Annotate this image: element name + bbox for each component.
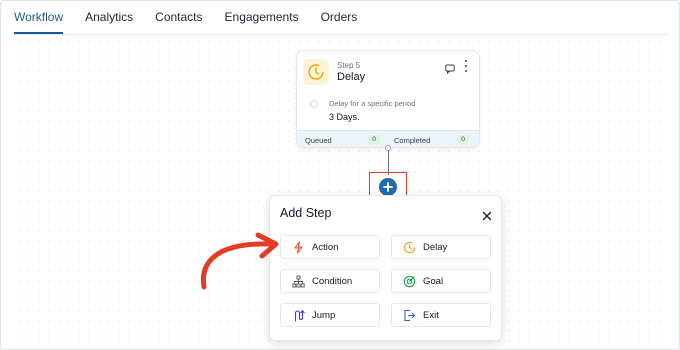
clock-icon [303,59,329,85]
lightning-icon [294,241,303,254]
plus-icon [383,182,393,192]
close-icon[interactable] [482,208,492,221]
option-jump[interactable]: Jump [280,303,380,327]
tab-orders[interactable]: Orders [321,0,358,34]
queued-label: Queued [305,136,332,145]
completed-count: 0 [457,135,469,144]
option-label: Exit [423,310,439,321]
more-options-icon[interactable] [463,60,469,72]
status-dot [310,100,318,108]
step-description: Delay for a specific period [329,99,416,108]
step-value: 3 Days. [329,112,360,122]
tab-contacts[interactable]: Contacts [155,0,202,34]
option-exit[interactable]: Exit [391,303,491,327]
exit-icon [404,309,416,322]
tab-analytics[interactable]: Analytics [85,0,133,34]
comment-icon[interactable] [445,61,455,75]
tab-bar: Workflow Analytics Contacts Engagements … [0,0,680,34]
target-icon [403,275,416,288]
option-label: Delay [423,242,448,253]
step-card-delay[interactable]: Step 5 Delay Delay for a specific period… [296,50,480,148]
red-arrow-icon [200,232,279,290]
completed-label: Completed [394,136,431,145]
modal-title: Add Step [280,206,332,220]
option-action[interactable]: Action [280,235,380,259]
option-label: Goal [423,276,444,287]
jump-icon [294,309,305,322]
option-label: Action [312,242,339,253]
clock-icon [403,241,416,254]
option-label: Jump [312,310,336,321]
tab-engagements[interactable]: Engagements [225,0,299,34]
step-number: Step 5 [337,61,361,70]
option-goal[interactable]: Goal [391,269,491,293]
option-delay[interactable]: Delay [391,235,491,259]
tab-workflow[interactable]: Workflow [14,0,64,34]
option-label: Condition [312,276,353,287]
hierarchy-icon [292,275,305,288]
add-step-button[interactable] [379,178,397,196]
tab-divider [14,34,668,35]
step-title: Delay [337,71,366,83]
add-step-modal: Add Step Action Delay Condition Goal Jum… [269,195,502,341]
queued-count: 0 [368,135,380,144]
option-condition[interactable]: Condition [280,269,380,293]
